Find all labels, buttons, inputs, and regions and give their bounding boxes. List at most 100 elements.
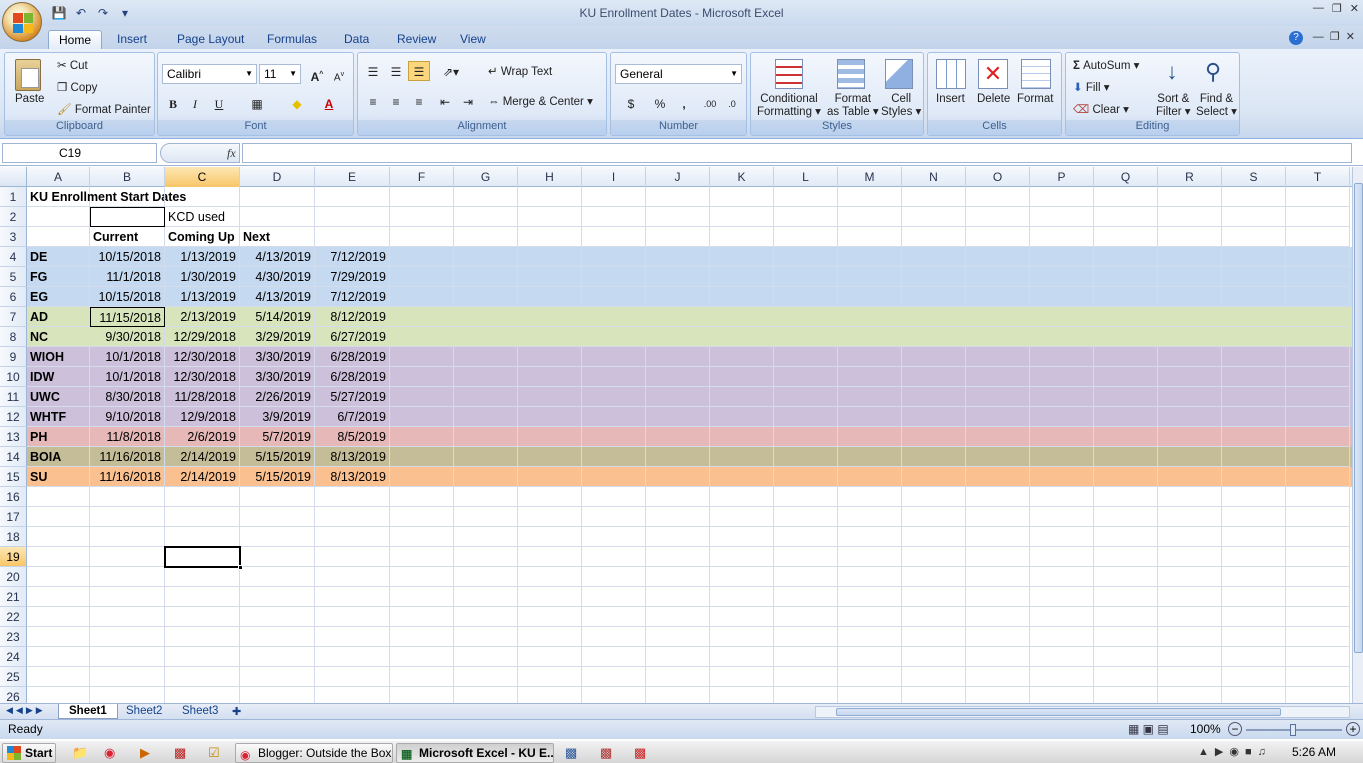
row-header[interactable]: 17: [0, 507, 27, 527]
align-bottom-icon[interactable]: ☰: [408, 61, 430, 81]
cell-t20[interactable]: [1286, 567, 1350, 587]
cell-d14[interactable]: 5/15/2019: [240, 447, 315, 467]
cell-i22[interactable]: [582, 607, 646, 627]
insert-cells-button[interactable]: Insert: [936, 93, 965, 105]
tab-page-layout[interactable]: Page Layout: [167, 30, 254, 50]
cell-n25[interactable]: [902, 667, 966, 687]
cell-t18[interactable]: [1286, 527, 1350, 547]
cell-d9[interactable]: 3/30/2019: [240, 347, 315, 367]
cell-h17[interactable]: [518, 507, 582, 527]
cell-b10[interactable]: 10/1/2018: [90, 367, 165, 387]
cell-s7[interactable]: [1222, 307, 1286, 327]
cell-c3[interactable]: Coming Up: [165, 227, 240, 247]
cell-e7[interactable]: 8/12/2019: [315, 307, 390, 327]
cell-c23[interactable]: [165, 627, 240, 647]
cell-n22[interactable]: [902, 607, 966, 627]
paste-button[interactable]: Paste: [15, 93, 44, 105]
cell-k6[interactable]: [710, 287, 774, 307]
cell-f26[interactable]: [390, 687, 454, 703]
cell-c8[interactable]: 12/29/2018: [165, 327, 240, 347]
cell-q26[interactable]: [1094, 687, 1158, 703]
cell-r10[interactable]: [1158, 367, 1222, 387]
cell-m8[interactable]: [838, 327, 902, 347]
column-header-t[interactable]: T: [1286, 167, 1350, 187]
cell-p9[interactable]: [1030, 347, 1094, 367]
cell-n3[interactable]: [902, 227, 966, 247]
cell-o21[interactable]: [966, 587, 1030, 607]
cell-m11[interactable]: [838, 387, 902, 407]
cell-k16[interactable]: [710, 487, 774, 507]
cell-s23[interactable]: [1222, 627, 1286, 647]
cell-o14[interactable]: [966, 447, 1030, 467]
cell-n5[interactable]: [902, 267, 966, 287]
cell-t11[interactable]: [1286, 387, 1350, 407]
cell-f21[interactable]: [390, 587, 454, 607]
paste-icon[interactable]: [15, 59, 41, 91]
cell-s3[interactable]: [1222, 227, 1286, 247]
cell-c10[interactable]: 12/30/2018: [165, 367, 240, 387]
cell-g1[interactable]: [454, 187, 518, 207]
word-icon[interactable]: ▩: [565, 745, 577, 761]
cell-a17[interactable]: [27, 507, 90, 527]
cell-t6[interactable]: [1286, 287, 1350, 307]
fill-color-icon[interactable]: ◆: [286, 93, 308, 113]
cell-r12[interactable]: [1158, 407, 1222, 427]
format-as-table-button[interactable]: Format as Table ▾: [827, 93, 879, 119]
cell-j19[interactable]: [646, 547, 710, 567]
cell-j1[interactable]: [646, 187, 710, 207]
cell-l11[interactable]: [774, 387, 838, 407]
row-header[interactable]: 26: [0, 687, 27, 703]
cell-c19[interactable]: [165, 547, 240, 567]
cell-l8[interactable]: [774, 327, 838, 347]
shrink-font-button[interactable]: Av: [328, 64, 350, 84]
cell-b4[interactable]: 10/15/2018: [90, 247, 165, 267]
app-icon-3[interactable]: ▩: [600, 745, 612, 761]
clear-button[interactable]: ⌫ Clear ▾: [1073, 102, 1129, 116]
cell-p22[interactable]: [1030, 607, 1094, 627]
cell-d11[interactable]: 2/26/2019: [240, 387, 315, 407]
cell-s4[interactable]: [1222, 247, 1286, 267]
cell-e21[interactable]: [315, 587, 390, 607]
cell-a2[interactable]: [27, 207, 90, 227]
cell-k14[interactable]: [710, 447, 774, 467]
cell-h15[interactable]: [518, 467, 582, 487]
cell-q10[interactable]: [1094, 367, 1158, 387]
cell-i10[interactable]: [582, 367, 646, 387]
sheet-nav-arrows[interactable]: ◀◀▶▶: [6, 705, 46, 716]
cell-b24[interactable]: [90, 647, 165, 667]
cell-s8[interactable]: [1222, 327, 1286, 347]
cell-h2[interactable]: [518, 207, 582, 227]
cell-h13[interactable]: [518, 427, 582, 447]
cell-b14[interactable]: 11/16/2018: [90, 447, 165, 467]
fx-button[interactable]: fx: [160, 143, 240, 163]
cell-q1[interactable]: [1094, 187, 1158, 207]
cell-e24[interactable]: [315, 647, 390, 667]
cell-i5[interactable]: [582, 267, 646, 287]
cell-e15[interactable]: 8/13/2019: [315, 467, 390, 487]
column-header-j[interactable]: J: [646, 167, 710, 187]
cell-j21[interactable]: [646, 587, 710, 607]
comma-button[interactable]: ,: [673, 93, 695, 113]
cell-n12[interactable]: [902, 407, 966, 427]
column-header-k[interactable]: K: [710, 167, 774, 187]
cell-s16[interactable]: [1222, 487, 1286, 507]
cell-r7[interactable]: [1158, 307, 1222, 327]
cell-f7[interactable]: [390, 307, 454, 327]
cell-r3[interactable]: [1158, 227, 1222, 247]
cell-a6[interactable]: EG: [27, 287, 90, 307]
media-icon[interactable]: ▶: [140, 745, 150, 761]
cell-s24[interactable]: [1222, 647, 1286, 667]
cell-p15[interactable]: [1030, 467, 1094, 487]
cell-t1[interactable]: [1286, 187, 1350, 207]
cell-g4[interactable]: [454, 247, 518, 267]
cell-o13[interactable]: [966, 427, 1030, 447]
row-header[interactable]: 11: [0, 387, 27, 407]
cell-b21[interactable]: [90, 587, 165, 607]
cell-b9[interactable]: 10/1/2018: [90, 347, 165, 367]
cell-j9[interactable]: [646, 347, 710, 367]
cell-g20[interactable]: [454, 567, 518, 587]
cell-c12[interactable]: 12/9/2018: [165, 407, 240, 427]
cell-b25[interactable]: [90, 667, 165, 687]
cell-a15[interactable]: SU: [27, 467, 90, 487]
cell-o26[interactable]: [966, 687, 1030, 703]
